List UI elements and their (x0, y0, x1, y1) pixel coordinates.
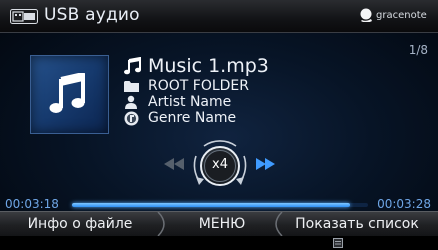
track-counter: 1/8 (408, 43, 428, 57)
track-title: Music 1.mp3 (148, 55, 269, 77)
progress-bar[interactable] (72, 203, 368, 207)
speed-label: x4 (212, 157, 228, 172)
music-note-icon (124, 57, 141, 75)
genre-name: Genre Name (148, 110, 237, 126)
menu-button[interactable]: МЕНЮ (170, 212, 274, 236)
screen-title: USB аудио (44, 5, 140, 25)
total-time: 00:03:28 (377, 197, 431, 211)
person-icon (125, 95, 137, 109)
music-note-icon (49, 73, 85, 113)
gracenote-logo-icon (360, 8, 372, 22)
artist-name: Artist Name (148, 94, 232, 110)
genre-disc-icon (124, 111, 139, 126)
folder-name: ROOT FOLDER (148, 78, 249, 94)
progress-fill (72, 203, 351, 207)
elapsed-time: 00:03:18 (5, 197, 59, 211)
folder-icon (124, 81, 139, 92)
usb-icon (10, 9, 38, 24)
brand-name: gracenote (376, 10, 427, 21)
rewind-icon (164, 158, 184, 170)
usb-audio-screen: USB аудио gracenote 1/8 Music 1.mp3 ROOT… (0, 0, 438, 250)
file-info-button[interactable]: Инфо о файле (0, 212, 160, 236)
small-status-icon (333, 238, 343, 248)
album-art (30, 55, 109, 134)
softkey-bar: Инфо о файле МЕНЮ Показать список (0, 211, 438, 236)
show-list-button[interactable]: Показать список (276, 212, 438, 236)
header-bar: USB аудио gracenote (0, 0, 438, 33)
fast-forward-icon (256, 158, 275, 170)
footer-strip (0, 236, 438, 250)
fast-forward-speed-indicator: x4 (160, 130, 280, 196)
brand-logo: gracenote (360, 8, 430, 26)
